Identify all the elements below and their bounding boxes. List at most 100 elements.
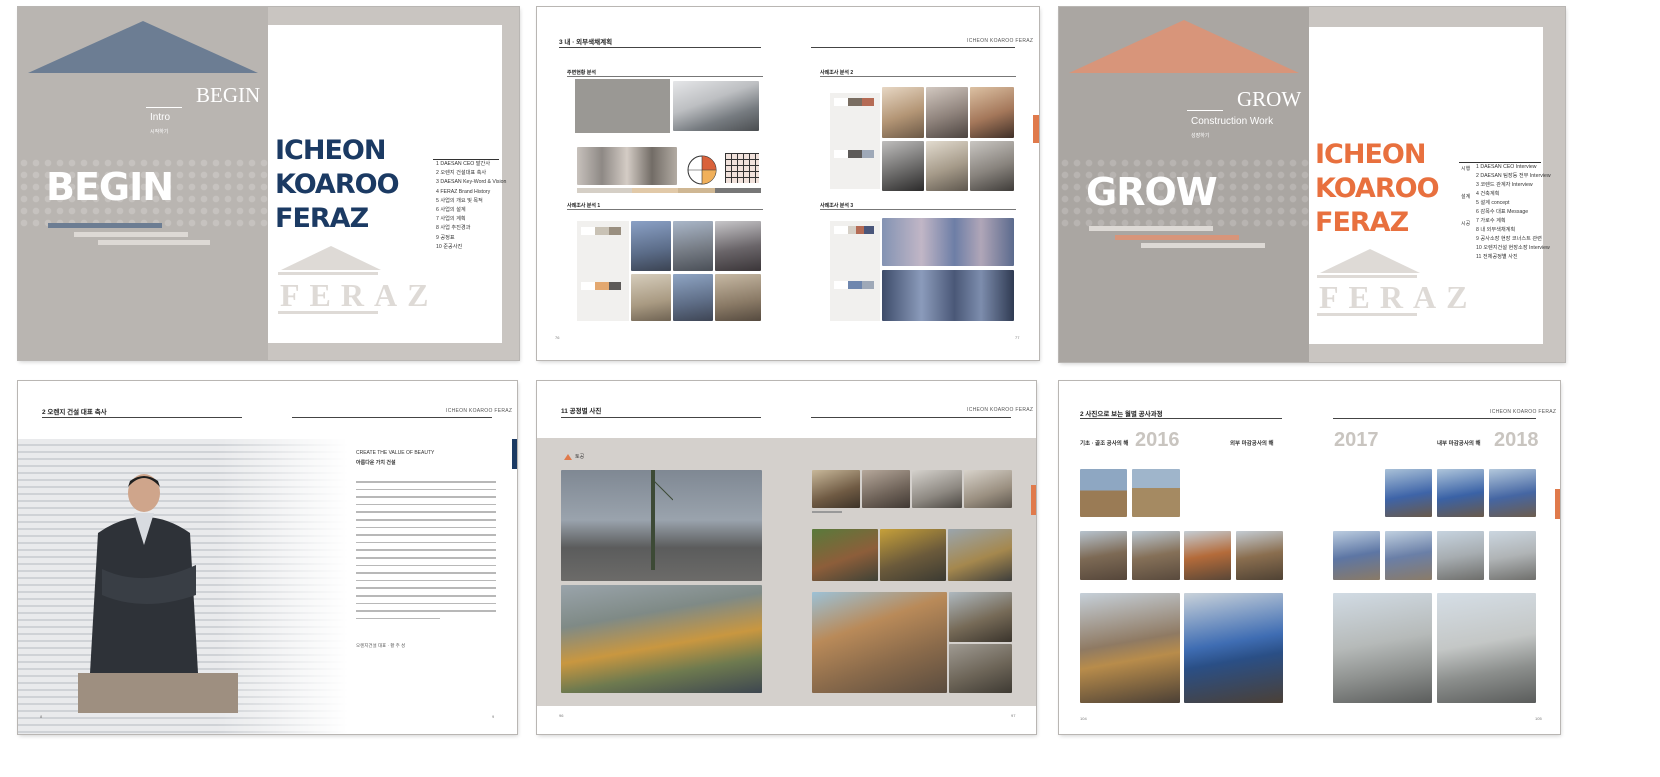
swatch-4 bbox=[834, 150, 874, 158]
toc-item[interactable]: 8 사업 추진경과 bbox=[436, 224, 506, 233]
big-word: GROW bbox=[1086, 170, 1218, 214]
signature: 오렌지건설 대표 · 황 주 성 bbox=[356, 643, 406, 648]
year-2017: 2017 bbox=[1334, 429, 1379, 451]
toc-item[interactable]: 2 DAESAN 팀장등 전무 Interview bbox=[1476, 172, 1551, 181]
title-line-1: ICHEON bbox=[1315, 139, 1426, 170]
feraz-logo-roof bbox=[1320, 249, 1420, 273]
month-photo-11 bbox=[1489, 469, 1536, 517]
serif-word: BEGIN bbox=[196, 83, 261, 107]
toc-item[interactable]: 4 건축계획 bbox=[1476, 190, 1551, 199]
toc-item[interactable]: 8 내 외부색채계획 bbox=[1476, 226, 1551, 235]
toc-item[interactable]: 6 감목수 대표 Message bbox=[1476, 208, 1551, 217]
month-photo-10 bbox=[1437, 469, 1484, 517]
section-a-rule bbox=[567, 76, 763, 77]
body-line bbox=[356, 587, 496, 589]
header-rule-left bbox=[561, 417, 761, 418]
title-divider bbox=[146, 107, 182, 108]
month-photo-4 bbox=[1132, 531, 1180, 580]
section-b-title: 사례조사 분석 1 bbox=[567, 203, 601, 209]
case1-photo-5 bbox=[673, 274, 713, 321]
header-brand: ICHEON KOAROO FERAZ bbox=[1490, 409, 1557, 415]
case2-photo-3 bbox=[970, 87, 1014, 138]
toc-item[interactable]: 7 사업의 계획 bbox=[436, 215, 506, 224]
spread-color-plan[interactable]: 3 내 · 외부색채계획 ICHEON KOAROO FERAZ 주변현황 분석… bbox=[537, 7, 1039, 360]
toc-item[interactable]: 10 준공사진 bbox=[436, 243, 506, 252]
header-title: 2 오렌지 건설 대표 축사 bbox=[42, 409, 107, 416]
section-tab bbox=[512, 439, 517, 469]
color-wheel bbox=[687, 155, 717, 185]
toc-item[interactable]: 9 공정표 bbox=[436, 234, 506, 243]
toc-group-2: 설계 bbox=[1461, 194, 1471, 200]
toc-item[interactable]: 1 DAESAN CEO Interview bbox=[1476, 163, 1551, 172]
body-line bbox=[356, 518, 496, 521]
page-number-left: 8 bbox=[40, 714, 43, 719]
toc-item[interactable]: 4 FERAZ Brand History bbox=[436, 188, 506, 197]
section-title: Intro bbox=[150, 112, 171, 123]
page-number-right: 105 bbox=[1535, 716, 1542, 721]
toc-item[interactable]: 7 가로수 계획 bbox=[1476, 217, 1551, 226]
header-rule-right bbox=[811, 47, 1015, 48]
toc-item[interactable]: 10 오렌지건설 현장소장 Interview bbox=[1476, 244, 1551, 253]
spread-monthly-progress[interactable]: 2 사진으로 보는 월별 공사과정 ICHEON KOAROO FERAZ 기초… bbox=[1059, 381, 1560, 734]
body-line bbox=[356, 503, 496, 506]
toc-item[interactable]: 3 DAESAN Key-Word & Vision bbox=[436, 178, 506, 187]
stage-label: 토공 bbox=[575, 454, 585, 460]
body-line bbox=[356, 496, 496, 498]
toc-item[interactable]: 2 오렌지 건설대표 축사 bbox=[436, 169, 506, 178]
case2-photo-5 bbox=[926, 141, 968, 191]
accent-bar-2 bbox=[74, 232, 188, 237]
logo-rule-bottom bbox=[1317, 313, 1417, 316]
ceo-portrait bbox=[78, 474, 238, 713]
spread-grow[interactable]: GROW Construction Work 성장하기 GROW ICHEON … bbox=[1059, 7, 1565, 362]
body-line bbox=[356, 579, 496, 582]
header-brand: ICHEON KOAROO FERAZ bbox=[967, 407, 1034, 413]
grow-left-page: GROW Construction Work 성장하기 GROW bbox=[1059, 7, 1309, 362]
logo-rule bbox=[278, 272, 378, 275]
site-rebar-photo bbox=[561, 585, 762, 693]
month-photo-9 bbox=[1385, 469, 1432, 517]
page-number-left: 104 bbox=[1080, 716, 1087, 721]
stage-marker-icon bbox=[564, 454, 572, 460]
title-divider bbox=[1187, 110, 1223, 111]
body-line bbox=[356, 617, 440, 620]
spread-ceo-message[interactable]: 2 오렌지 건설 대표 축사 ICHEON KOAROO FERAZ CREAT… bbox=[18, 381, 517, 734]
header-rule-left bbox=[1080, 418, 1282, 419]
section-c-rule bbox=[820, 76, 1016, 77]
toc-item[interactable]: 3 코렌드 관계자 Interview bbox=[1476, 181, 1551, 190]
body-line bbox=[356, 556, 496, 559]
section-d-rule bbox=[820, 209, 1016, 210]
roof-triangle bbox=[28, 21, 258, 73]
case1-photo-2 bbox=[673, 221, 713, 271]
case1-photo-3 bbox=[715, 221, 761, 271]
toc-item[interactable]: 9 공사소장 현장 코너스트 관련 bbox=[1476, 235, 1551, 244]
toc-item[interactable]: 5 사업의 개요 및 목적 bbox=[436, 197, 506, 206]
main-title: ICHEON KOAROO FERAZ bbox=[1315, 138, 1440, 240]
title-line-2: KOAROO bbox=[1315, 173, 1440, 204]
toc-item[interactable]: 1 DAESAN CEO 발간사 bbox=[436, 160, 506, 169]
header-title: 2 사진으로 보는 월별 공사과정 bbox=[1080, 411, 1163, 418]
case2-photo-1 bbox=[882, 87, 924, 138]
feraz-logo: FERAZ bbox=[280, 277, 439, 313]
month-photo-5 bbox=[1184, 531, 1231, 580]
spread-begin[interactable]: BEGIN Intro 시작하기 BEGIN ICHEON KOAROO FER… bbox=[18, 7, 519, 360]
section-tab bbox=[1031, 485, 1036, 515]
spread-process-photos[interactable]: 11 공정별 사진 ICHEON KOAROO FERAZ 토공 96 97 bbox=[537, 381, 1036, 734]
label-foundation: 기초 · 골조 공사의 해 bbox=[1080, 441, 1129, 447]
toc-item[interactable]: 11 전체공정별 사진 bbox=[1476, 253, 1551, 262]
label-interior: 내부 마감공사의 해 bbox=[1437, 441, 1481, 447]
table-of-contents: 1 DAESAN CEO 발간사 2 오렌지 건설대표 축사 3 DAESAN … bbox=[436, 160, 506, 252]
year-2016: 2016 bbox=[1135, 429, 1180, 451]
serif-word: GROW bbox=[1237, 87, 1302, 111]
case2-photo-4 bbox=[882, 141, 924, 191]
body-line bbox=[356, 564, 496, 567]
section-subtitle: 성장하기 bbox=[1191, 133, 1210, 139]
toc-item[interactable]: 6 사업의 설계 bbox=[436, 206, 506, 215]
month-photo-7 bbox=[1080, 593, 1180, 703]
roof-triangle bbox=[1069, 20, 1299, 73]
header-rule-right bbox=[1333, 418, 1536, 419]
swatch-2 bbox=[581, 282, 621, 290]
case1-panel bbox=[577, 221, 629, 321]
accent-bar-1 bbox=[48, 223, 162, 228]
body-line bbox=[356, 602, 496, 605]
toc-item[interactable]: 5 설계 concept bbox=[1476, 199, 1551, 208]
